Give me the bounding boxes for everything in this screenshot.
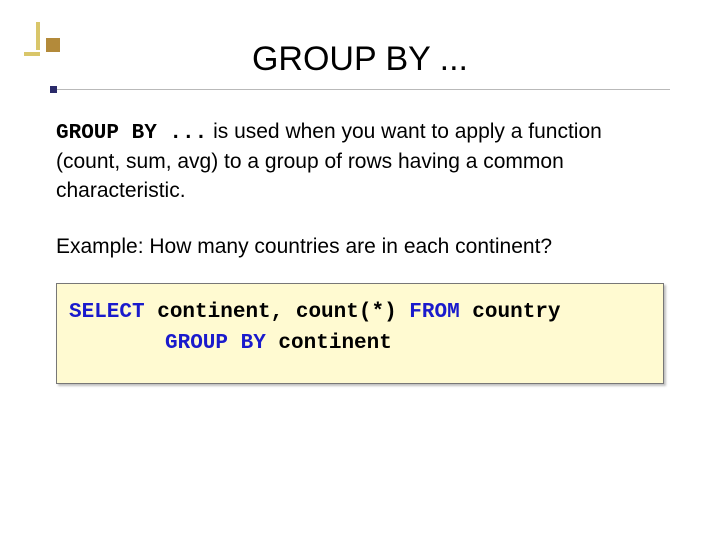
title-underline <box>50 89 670 90</box>
code-table: country <box>460 301 561 324</box>
slide-body: GROUP BY ... is used when you want to ap… <box>0 90 720 384</box>
keyword-select: SELECT <box>69 301 145 324</box>
slide-corner-decoration <box>18 22 62 70</box>
keyword-groupby: GROUP BY <box>165 332 266 355</box>
keyword-from: FROM <box>409 301 459 324</box>
code-groupby-column: continent <box>266 332 392 355</box>
code-columns: continent, count(*) <box>145 301 410 324</box>
paragraph-example: Example: How many countries are in each … <box>56 233 664 261</box>
slide-title: GROUP BY ... <box>0 0 720 79</box>
inline-code-groupby: GROUP BY ... <box>56 122 207 145</box>
code-line-1: SELECT continent, count(*) FROM country <box>69 298 651 328</box>
sql-code-box: SELECT continent, count(*) FROM country … <box>56 283 664 384</box>
code-line-2: GROUP BY continent <box>69 329 651 359</box>
paragraph-description: GROUP BY ... is used when you want to ap… <box>56 118 664 205</box>
